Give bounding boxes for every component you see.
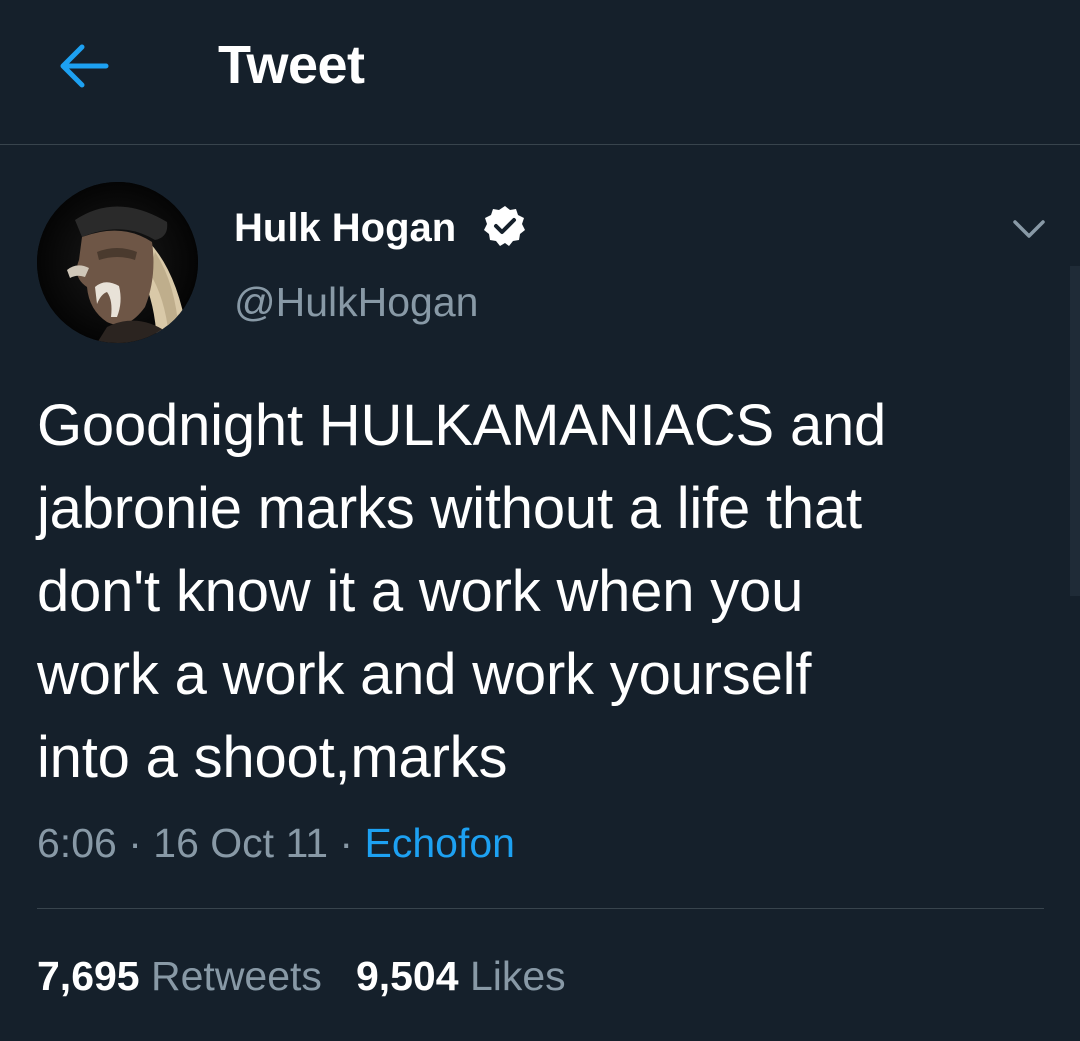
tweet-menu-button[interactable]: [1008, 208, 1050, 250]
top-app-bar: Tweet: [0, 0, 1080, 145]
retweets-label: Retweets: [151, 953, 322, 999]
tweet-text-line: Goodnight HULKAMANIACS and: [37, 393, 887, 458]
tweet-text-line: don't know it a work when you: [37, 559, 804, 624]
tweet-source-link[interactable]: Echofon: [364, 820, 514, 866]
meta-separator: ·: [339, 820, 354, 866]
meta-separator: ·: [128, 820, 142, 866]
likes-count: 9,504: [355, 953, 459, 999]
chevron-down-icon: [1013, 220, 1045, 238]
author-name[interactable]: Hulk Hogan: [234, 203, 456, 253]
tweet-text-line: into a shoot,marks: [37, 725, 508, 790]
likes-label: Likes: [469, 953, 566, 999]
tweet-metadata: 6:06 · 16 Oct 11 · Echofon: [37, 817, 515, 869]
author-handle[interactable]: @HulkHogan: [234, 276, 478, 328]
back-button[interactable]: [52, 34, 116, 98]
engagement-stats: 7,695 Retweets 9,504 Likes: [37, 948, 566, 1004]
likes-stat[interactable]: 9,504 Likes: [356, 948, 566, 1004]
scrollbar[interactable]: [1070, 266, 1080, 596]
tweet-date: 16 Oct 11: [153, 820, 329, 866]
page-title: Tweet: [218, 35, 365, 95]
retweets-stat[interactable]: 7,695 Retweets: [37, 948, 322, 1004]
divider: [37, 908, 1044, 909]
arrow-left-icon: [60, 44, 109, 88]
tweet-text: Goodnight HULKAMANIACS and jabronie mark…: [37, 384, 1037, 799]
avatar[interactable]: [37, 182, 198, 343]
profile-photo: [37, 182, 198, 343]
tweet-text-line: work a work and work yourself: [37, 642, 812, 707]
verified-badge-icon: [483, 204, 527, 248]
retweets-count: 7,695: [37, 953, 140, 999]
tweet-detail-screen: Tweet Hulk Hogan @HulkHogan Goodnight HU…: [0, 0, 1080, 1041]
tweet-text-line: jabronie marks without a life that: [37, 476, 862, 541]
tweet-time: 6:06: [37, 820, 117, 866]
